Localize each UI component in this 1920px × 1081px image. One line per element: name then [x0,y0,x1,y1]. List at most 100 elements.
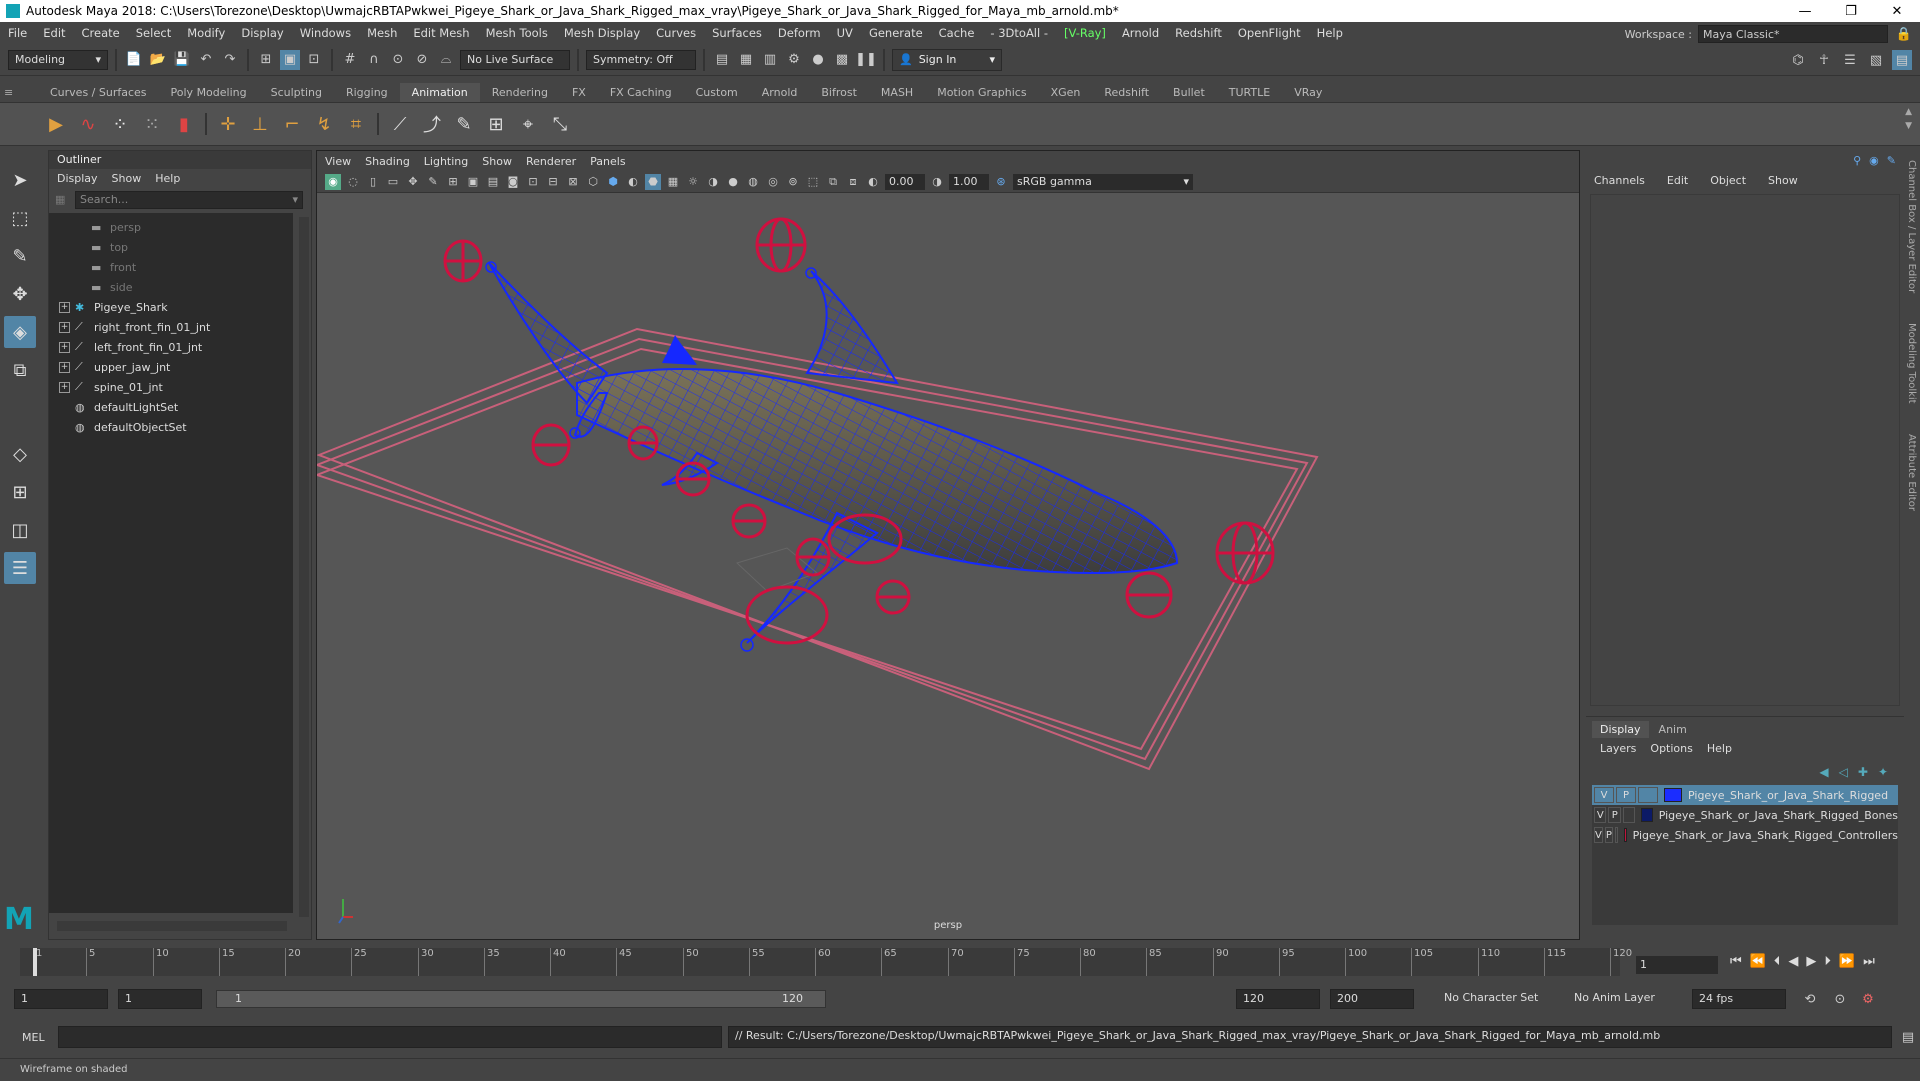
side-tab-channel-box-layer-editor[interactable]: Channel Box / Layer Editor [1906,160,1917,293]
viewport-menu-view[interactable]: View [325,155,351,168]
shelf-menu-icon[interactable]: ≡ [4,86,18,100]
key-translate-icon[interactable]: ✛ [214,110,242,138]
menu-file[interactable]: File [0,26,35,40]
menu-redshift[interactable]: Redshift [1167,26,1230,40]
expand-icon[interactable]: + [59,361,70,373]
save-scene-icon[interactable]: 💾 [172,50,192,70]
shelf-tab-redshift[interactable]: Redshift [1092,83,1161,102]
render-settings-icon[interactable]: ⚙ [784,50,804,70]
scale-tool-icon[interactable]: ⧉ [4,354,36,386]
anim-prefs-icon[interactable]: ⚙ [1858,989,1878,1009]
shelf-tab-mash[interactable]: MASH [869,83,925,102]
play-backward-icon[interactable]: ◀ [1788,954,1798,969]
workspace-dropdown[interactable]: Maya Classic* [1698,25,1888,43]
menu-generate[interactable]: Generate [861,26,931,40]
menu-mesh-tools[interactable]: Mesh Tools [478,26,556,40]
menu-create[interactable]: Create [74,26,128,40]
search-filter-icon[interactable]: ▦ [55,193,65,206]
anim-layer-dropdown[interactable]: No Anim Layer [1568,989,1678,1009]
shelf-tab-fx[interactable]: FX [560,83,598,102]
playblast-icon[interactable]: ▶ [42,110,70,138]
expand-icon[interactable]: + [59,301,70,313]
loop-icon[interactable]: ⟲ [1800,989,1820,1009]
expand-icon[interactable]: + [59,381,70,393]
expand-icon[interactable]: + [59,321,70,333]
wireframe-icon[interactable]: ⬡ [585,174,601,190]
maximize-button[interactable]: ❐ [1828,0,1874,22]
channel-box-icon[interactable]: ▤ [1892,50,1912,70]
key-scale-icon[interactable]: ⌐ [278,110,306,138]
menu-modify[interactable]: Modify [179,26,233,40]
menu-v-ray[interactable]: [V-Ray] [1056,26,1114,40]
snap-curve-icon[interactable]: ∩ [364,50,384,70]
viewport-menu-shading[interactable]: Shading [365,155,410,168]
layer-row[interactable]: V P Pigeye_Shark_or_Java_Shark_Rigged_Cont… [1592,825,1898,845]
scene-start-field[interactable]: 1 [14,989,108,1009]
go-to-end-icon[interactable]: ⏭ [1863,954,1875,969]
step-forward-key-icon[interactable]: ⏩ [1839,954,1855,969]
shelf-tab-poly-modeling[interactable]: Poly Modeling [159,83,259,102]
fps-dropdown[interactable]: 24 fps [1692,989,1786,1009]
set-key-icon[interactable]: ▮ [170,110,198,138]
shelf-tab-fx-caching[interactable]: FX Caching [598,83,684,102]
new-scene-icon[interactable]: 📄 [124,50,144,70]
character-set-dropdown[interactable]: No Character Set [1438,989,1558,1009]
select-tool-icon[interactable]: ➤ [4,164,36,196]
depth-of-field-icon[interactable]: ⊚ [785,174,801,190]
xray-joints-icon[interactable]: ⧉ [825,174,841,190]
layer-playback-toggle[interactable]: P [1604,827,1613,843]
range-slider[interactable]: 1 120 [216,990,826,1008]
layer-playback-toggle[interactable]: P [1608,807,1621,823]
layer-row[interactable]: V P Pigeye_Shark_or_Java_Shark_Rigged [1592,785,1898,805]
skin-bind-icon[interactable]: ⤡ [546,110,574,138]
snap-point-icon[interactable]: ⊙ [388,50,408,70]
channel-box-camera-icon[interactable]: ◉ [1869,154,1879,167]
outliner-scrollbar[interactable] [299,217,309,917]
shelf-tab-turtle[interactable]: TURTLE [1217,83,1282,102]
select-component-icon[interactable]: ⊡ [304,50,324,70]
safe-action-icon[interactable]: ⊟ [545,174,561,190]
shelf-tab-custom[interactable]: Custom [684,83,750,102]
shelf-scroll-down-icon[interactable]: ▼ [1905,121,1912,131]
shelf-tab-bifrost[interactable]: Bifrost [809,83,869,102]
field-chart-icon[interactable]: ⊡ [525,174,541,190]
outliner-item[interactable]: ◍ defaultLightSet [49,397,293,417]
key-rotate-icon[interactable]: ⊥ [246,110,274,138]
colorspace-dropdown[interactable]: sRGB gamma ▾ [1013,173,1193,190]
gate-mask-icon[interactable]: ◙ [505,174,521,190]
ik-handle-icon[interactable]: ⟋ [386,110,414,138]
menu-deform[interactable]: Deform [770,26,829,40]
side-tab-modeling-toolkit[interactable]: Modeling Toolkit [1906,323,1917,404]
step-back-key-icon[interactable]: ⏪ [1750,954,1766,969]
layer-row[interactable]: V P Pigeye_Shark_or_Java_Shark_Rigged_Bone… [1592,805,1898,825]
outliner-hscrollbar[interactable] [57,921,287,931]
persp-outliner-icon[interactable]: ◫ [4,514,36,546]
motion-path-icon[interactable]: ↯ [310,110,338,138]
gamma-field[interactable]: 1.00 [949,173,989,190]
layer-display-type-toggle[interactable] [1638,787,1658,803]
move-layer-up-icon[interactable]: ◀ [1819,765,1828,779]
xray-icon[interactable]: ▦ [665,174,681,190]
constraint-icon[interactable]: ⌗ [342,110,370,138]
menu-arnold[interactable]: Arnold [1114,26,1167,40]
outliner-item[interactable]: + ⟋ right_front_fin_01_jnt [49,317,293,337]
outliner-item[interactable]: + ⟋ upper_jaw_jnt [49,357,293,377]
color-management-icon[interactable]: ⊛ [993,174,1009,190]
select-camera-icon[interactable]: ◉ [325,173,341,190]
graph-editor-icon[interactable]: ∿ [74,110,102,138]
ambient-occlusion-icon[interactable]: ● [725,174,741,190]
outliner-item[interactable]: + ✱ Pigeye_Shark [49,297,293,317]
hypershade-icon[interactable]: ● [808,50,828,70]
viewport-menu-renderer[interactable]: Renderer [526,155,576,168]
channel-box-menu-edit[interactable]: Edit [1667,174,1688,187]
viewport-menu-lighting[interactable]: Lighting [424,155,468,168]
rotate-tool-icon[interactable]: ◈ [4,316,36,348]
render-current-frame-icon[interactable]: ▤ [712,50,732,70]
playback-end-field[interactable]: 120 [1236,989,1320,1009]
layer-display-type-toggle[interactable] [1614,827,1618,843]
snap-grid-icon[interactable]: # [340,50,360,70]
grease-pencil-icon[interactable]: ✎ [425,174,441,190]
four-view-icon[interactable]: ⊞ [4,476,36,508]
layer-visibility-toggle[interactable]: V [1594,827,1603,843]
wireframe-on-shaded-icon[interactable]: ⬣ [645,173,661,190]
